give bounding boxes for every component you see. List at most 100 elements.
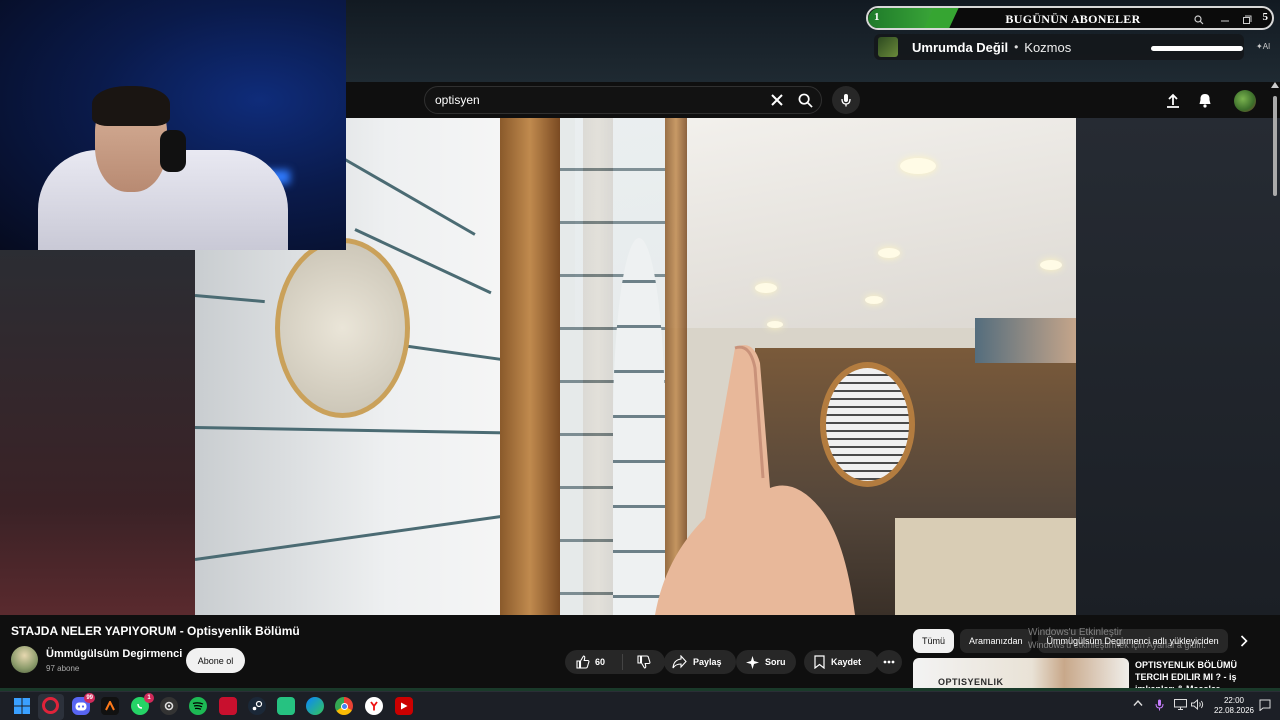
clear-search-button[interactable] [765,88,789,112]
chip-from-search[interactable]: Aramanızdan [960,629,1032,653]
subscriber-goal-current: 1 [874,11,880,23]
chevron-up-icon[interactable] [1133,699,1143,710]
restore-icon[interactable] [1242,15,1252,28]
album-art [878,37,898,57]
like-button[interactable]: 60 [565,654,623,670]
video-ceiling-light [767,321,783,328]
like-count: 60 [595,657,606,667]
chips-next-button[interactable] [1236,633,1252,649]
notification-center-icon[interactable] [1259,699,1271,714]
webcam-person-hair [92,86,170,126]
channel-avatar[interactable] [11,646,38,673]
ai-badge: ✦AI [1256,42,1270,51]
thumbs-down-icon [637,655,651,669]
video-ceiling-light [900,158,936,174]
desktop-background-left [0,250,195,615]
microphone-icon [841,94,851,107]
desktop-background-right [1076,118,1280,618]
windows-logo-icon [14,698,30,714]
clock-time: 22:00 [1223,696,1245,705]
now-playing-artist: Kozmos [1024,39,1072,55]
video-store-screen [975,318,1076,363]
upload-button[interactable] [1163,90,1183,110]
ask-button[interactable]: Soru [736,650,796,674]
more-actions-button[interactable] [876,650,902,674]
bell-icon [1199,94,1211,108]
close-icon [771,94,783,106]
chip-all[interactable]: Tümü [913,629,955,653]
recommended-video-title[interactable]: OPTISYENLIK BÖLÜMÜ TERCIH EDILIR MI ? - … [1135,659,1245,691]
volume-icon[interactable] [1191,698,1204,713]
share-button[interactable]: Paylaş [664,650,736,674]
voice-search-button[interactable] [832,86,860,114]
thumbs-up-icon [576,655,590,669]
whatsapp-icon[interactable]: 1 [131,693,154,715]
notifications-button[interactable] [1195,90,1215,110]
start-button[interactable] [13,697,31,715]
steam-icon[interactable] [248,697,266,715]
chip-from-uploader[interactable]: Ümmügülsüm Degirmenci adlı yükleyiciden [1037,629,1228,653]
share-label: Paylaş [693,657,722,667]
save-label: Kaydet [831,657,862,667]
video-ceiling-light [878,248,900,258]
sparkle-icon: ✦ [1256,42,1263,51]
video-round-mirror [275,238,410,418]
monitor-icon[interactable] [1174,699,1187,713]
whatsapp-notification-badge: 1 [144,693,154,703]
thumbnail-text: OPTISYENLIK [938,677,1004,687]
video-counter [895,518,1076,615]
scroll-thumb[interactable] [1273,96,1277,196]
windows-taskbar: 99 1 22:00 22.08.2026 [0,691,1280,720]
recommendation-filter-chips: Tümü Aramanızdan Ümmügülsüm Degirmenci a… [913,629,1228,653]
search-box[interactable]: optisyen [424,86,822,114]
upload-icon [1167,93,1179,108]
webcam-overlay [0,0,346,250]
now-playing-separator: • [1014,40,1019,54]
subscriber-goal-bar: 1 BUGÜNÜN ABONELER 5 [866,6,1274,30]
channel-name[interactable]: Ümmügülsüm Degirmenci [46,648,182,660]
subscribe-button[interactable]: Abone ol [186,648,245,673]
subscriber-goal-title: BUGÜNÜN ABONELER [1005,12,1141,26]
page-scrollbar[interactable] [1270,82,1280,612]
opera-gx-icon[interactable] [42,697,59,714]
search-button[interactable] [789,87,821,113]
save-button[interactable]: Kaydet [804,650,878,674]
screen: optisyen 1 BUGÜNÜN ABONELER 5 Umrumda De… [0,0,1280,720]
media-app-icon[interactable] [101,697,119,715]
like-dislike-group: 60 [565,650,665,674]
video-ceiling-light [1040,260,1062,270]
recommended-video-thumbnail[interactable]: OPTISYENLIK [913,658,1129,691]
now-playing-song: Umrumda Değil [912,39,1009,55]
video-ceiling-light [865,296,883,304]
video-ceiling-light [755,283,777,293]
stream-overlay-widget: 1 BUGÜNÜN ABONELER 5 Umrumda Değil • Koz… [864,4,1278,62]
now-playing-widget: Umrumda Değil • Kozmos [874,34,1244,60]
account-avatar[interactable] [1234,90,1256,112]
youtube-icon[interactable] [395,697,413,715]
ask-label: Soru [765,657,786,667]
edge-browser-icon[interactable] [306,697,324,715]
clock-date: 22.08.2026 [1213,706,1255,715]
dislike-button[interactable] [623,655,665,669]
game-app-icon[interactable] [277,697,295,715]
search-icon[interactable] [1194,15,1204,28]
bookmark-icon [814,655,825,669]
red-app-icon[interactable] [219,697,237,715]
discord-icon[interactable]: 99 [72,693,95,715]
taskbar-clock[interactable]: 22:00 22.08.2026 [1212,696,1256,716]
sparkle-icon [746,655,759,669]
discord-notification-badge: 99 [84,693,95,703]
youtube-header: optisyen [346,82,1280,118]
now-playing-progress-bar [1151,46,1243,51]
chrome-icon[interactable] [335,697,353,715]
scroll-up-arrow[interactable] [1271,82,1279,88]
spotify-icon[interactable] [189,697,207,715]
video-wood-pillar [500,118,560,615]
search-input[interactable]: optisyen [435,93,765,107]
video-title: STAJDA NELER YAPIYORUM - Optisyenlik Böl… [11,624,300,638]
yandex-browser-icon[interactable] [365,697,383,715]
settings-gear-icon[interactable] [160,697,178,715]
minimize-icon[interactable] [1220,15,1230,28]
microphone-icon[interactable] [1155,699,1164,714]
channel-subscriber-count: 97 abone [46,664,80,673]
